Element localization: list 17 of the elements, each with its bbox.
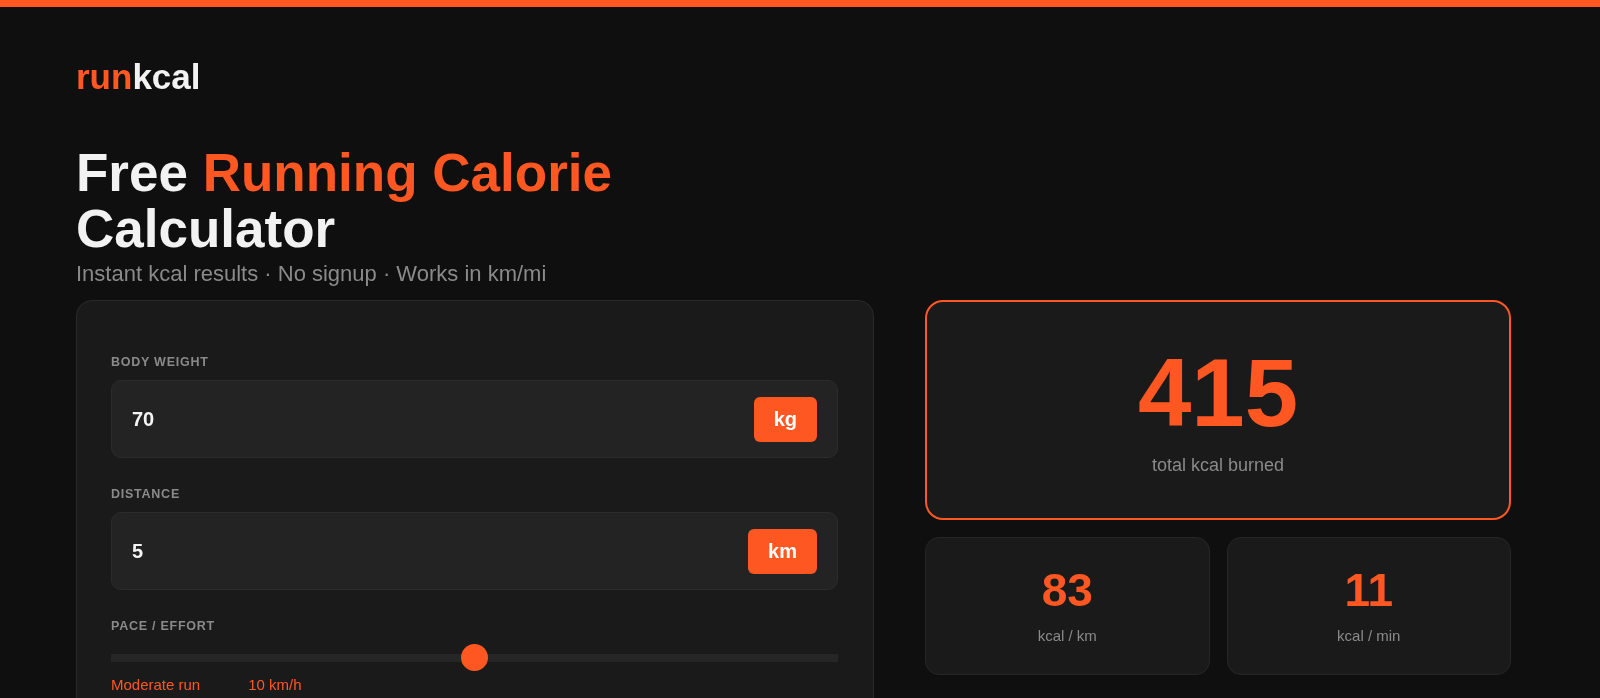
- stat-value: 11: [1344, 567, 1394, 613]
- page-heading: Free Running Calorie Calculator: [76, 145, 613, 257]
- stat-label: kcal / min: [1337, 627, 1401, 645]
- field-label: BODY WEIGHT: [111, 354, 209, 370]
- number-field[interactable]: 70 kg: [111, 380, 838, 458]
- subtitle: Instant kcal results · No signup · Works in km/mi: [76, 260, 547, 288]
- pace-reading: 10 km/h: [248, 676, 302, 694]
- number-field[interactable]: 5 km: [111, 512, 838, 590]
- effort-label: Moderate run: [111, 676, 201, 694]
- field-label: PACE / EFFORT: [111, 618, 215, 634]
- total-kcal-label: total kcal burned: [1151, 453, 1285, 476]
- field-label: DISTANCE: [111, 486, 180, 502]
- slider-thumb[interactable]: [461, 644, 488, 671]
- stat-label: kcal / km: [1037, 627, 1097, 645]
- total-kcal-value: 415: [1137, 344, 1299, 441]
- logo: runkcal: [76, 56, 201, 98]
- stat-value: 83: [1041, 567, 1093, 613]
